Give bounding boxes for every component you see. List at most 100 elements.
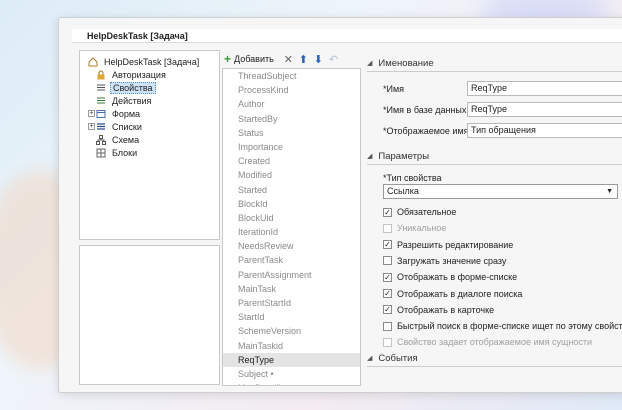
tree-item-blocks[interactable]: Блоки xyxy=(96,146,139,159)
checkbox-box[interactable]: ✓ xyxy=(383,240,392,250)
name-input[interactable]: ReqType xyxy=(467,81,622,96)
lists-icon xyxy=(97,122,105,130)
add-button-label: Добавить xyxy=(234,54,274,64)
display-name-input[interactable]: Тип обращения xyxy=(467,123,622,138)
option-checkbox[interactable]: Уникальное xyxy=(383,222,446,234)
checkbox-box[interactable] xyxy=(383,321,392,331)
checkbox-box[interactable]: ✓ xyxy=(383,289,392,298)
actions-icon xyxy=(97,97,105,103)
checkbox-box[interactable] xyxy=(383,337,392,347)
tree-item-label: Форма xyxy=(112,108,141,119)
property-list-item[interactable]: Status xyxy=(223,126,360,140)
tree-item-label: Схема xyxy=(112,134,140,145)
form-icon xyxy=(96,109,106,118)
property-list-item[interactable]: ParentStartId xyxy=(223,296,360,310)
property-type-select[interactable]: Ссылка ▼ xyxy=(383,184,618,199)
checkbox-box[interactable] xyxy=(383,256,392,266)
object-tree: HelpDeskTask [Задача] Авторизация Свойст… xyxy=(79,50,220,240)
property-list-item[interactable]: NeedsReview xyxy=(223,239,360,253)
property-list-item[interactable]: Author xyxy=(223,97,360,111)
checkbox-label: Обязательное xyxy=(397,207,457,217)
property-list-item[interactable]: MaxDeadline • xyxy=(223,381,360,385)
tree-item-schema[interactable]: Схема xyxy=(96,133,141,146)
tree-item-actions[interactable]: Действия xyxy=(96,94,153,107)
checkbox-box[interactable]: ✓ xyxy=(383,207,392,217)
tree-item-form[interactable]: Форма xyxy=(96,107,142,120)
checkbox-box[interactable]: ✓ xyxy=(383,272,392,282)
designer-window: HelpDeskTask [Задача] HelpDeskTask [Зада… xyxy=(58,17,622,393)
checkbox-label: Загружать значение сразу xyxy=(397,255,507,266)
db-name-label: *Имя в базе данных xyxy=(383,105,467,115)
dropdown-arrow-icon: ▼ xyxy=(606,188,613,195)
property-list-item[interactable]: StartId xyxy=(223,310,360,324)
tree-item-label: HelpDeskTask [Задача] xyxy=(104,56,200,67)
move-up-icon[interactable]: ⬆ xyxy=(297,53,310,66)
section-title: События xyxy=(378,352,418,364)
section-naming[interactable]: ◢ Именование xyxy=(367,56,622,72)
property-list-item[interactable]: MainTaskid xyxy=(223,339,360,353)
tree-item-label: Свойства xyxy=(110,81,156,94)
property-list-item[interactable]: SchemeVersion xyxy=(223,324,360,338)
expand-form-button[interactable]: + xyxy=(88,110,95,117)
undo-icon[interactable]: ↶ xyxy=(327,53,340,66)
properties-list: ThreadSubject ProcessKind Author StartedBy S… xyxy=(222,68,361,386)
checkbox-box[interactable] xyxy=(383,223,392,233)
list-icon xyxy=(97,84,105,90)
property-list-item[interactable]: ProcessKind xyxy=(223,83,360,97)
checkbox-label: Отображать в диалоге поиска xyxy=(397,288,523,299)
property-list-item[interactable]: ParentTask xyxy=(223,253,360,267)
checkbox-label: Отображать в карточке xyxy=(397,304,495,315)
tree-item-root[interactable]: HelpDeskTask [Задача] xyxy=(88,55,201,68)
section-title: Параметры xyxy=(378,150,430,162)
property-list-item[interactable]: ThreadSubject xyxy=(223,69,360,83)
option-checkbox[interactable]: Загружать значение сразу xyxy=(383,255,506,267)
section-parameters[interactable]: ◢ Параметры xyxy=(367,149,622,165)
option-checkbox[interactable]: ✓ Обязательное xyxy=(383,206,456,218)
section-events[interactable]: ◢ События xyxy=(367,351,622,367)
expand-lists-button[interactable]: + xyxy=(88,123,95,130)
tree-item-label: Списки xyxy=(112,121,142,132)
option-checkbox[interactable]: ✓ Отображать в диалоге поиска xyxy=(383,288,522,300)
properties-toolbar: + Добавить ✕ ⬆ ⬇ ↶ xyxy=(224,52,342,66)
tree-item-authorization[interactable]: Авторизация xyxy=(96,68,168,81)
home-icon xyxy=(88,56,98,66)
tree-item-properties[interactable]: Свойства xyxy=(96,81,156,94)
property-list-item[interactable]: IterationId xyxy=(223,225,360,239)
db-name-input[interactable]: ReqType xyxy=(467,102,622,117)
checkbox-label: Отображать в форме-списке xyxy=(397,272,518,283)
property-list-item[interactable]: Created xyxy=(223,154,360,168)
property-list-item[interactable]: Subject • xyxy=(223,367,360,381)
option-checkbox[interactable]: Свойство задает отображаемое имя сущност… xyxy=(383,336,592,348)
option-checkbox[interactable]: ✓ Разрешить редактирование xyxy=(383,239,513,251)
collapse-triangle-icon: ◢ xyxy=(367,60,373,67)
property-list-item[interactable]: Modified xyxy=(223,168,360,182)
property-list-item[interactable]: ReqType xyxy=(223,352,360,367)
add-button[interactable]: + Добавить xyxy=(224,53,274,65)
tree-details-panel xyxy=(79,245,220,385)
window-title: HelpDeskTask [Задача] xyxy=(87,31,188,41)
property-list-item[interactable]: BlockId xyxy=(223,197,360,211)
move-down-icon[interactable]: ⬇ xyxy=(312,53,325,66)
property-list-item[interactable]: MainTask xyxy=(223,282,360,296)
delete-icon[interactable]: ✕ xyxy=(282,53,295,66)
property-list-item[interactable]: StartedBy xyxy=(223,112,360,126)
checkbox-label: Быстрый поиск в форме-списке ищет по это… xyxy=(397,321,622,332)
tree-item-label: Блоки xyxy=(112,147,138,158)
schema-icon xyxy=(96,134,106,145)
display-name-label: *Отображаемое имя xyxy=(383,126,469,136)
property-type-label: *Тип свойства xyxy=(383,173,442,183)
name-label: *Имя xyxy=(383,84,405,94)
property-list-item[interactable]: ParentAssignment xyxy=(223,268,360,282)
collapse-triangle-icon: ◢ xyxy=(367,355,373,362)
property-list-item[interactable]: Started xyxy=(223,183,360,197)
option-checkbox[interactable]: ✓ Отображать в форме-списке xyxy=(383,271,517,283)
checkbox-box[interactable]: ✓ xyxy=(383,305,392,315)
property-list-item[interactable]: Importance xyxy=(223,140,360,154)
property-list-item[interactable]: BlockUid xyxy=(223,211,360,225)
tree-item-lists[interactable]: Списки xyxy=(96,120,144,133)
blocks-icon xyxy=(96,148,106,157)
option-checkbox[interactable]: ✓ Отображать в карточке xyxy=(383,304,494,316)
option-checkbox[interactable]: Быстрый поиск в форме-списке ищет по это… xyxy=(383,320,622,332)
checkbox-label: Разрешить редактирование xyxy=(397,239,514,250)
tree-item-label: Действия xyxy=(112,95,152,106)
